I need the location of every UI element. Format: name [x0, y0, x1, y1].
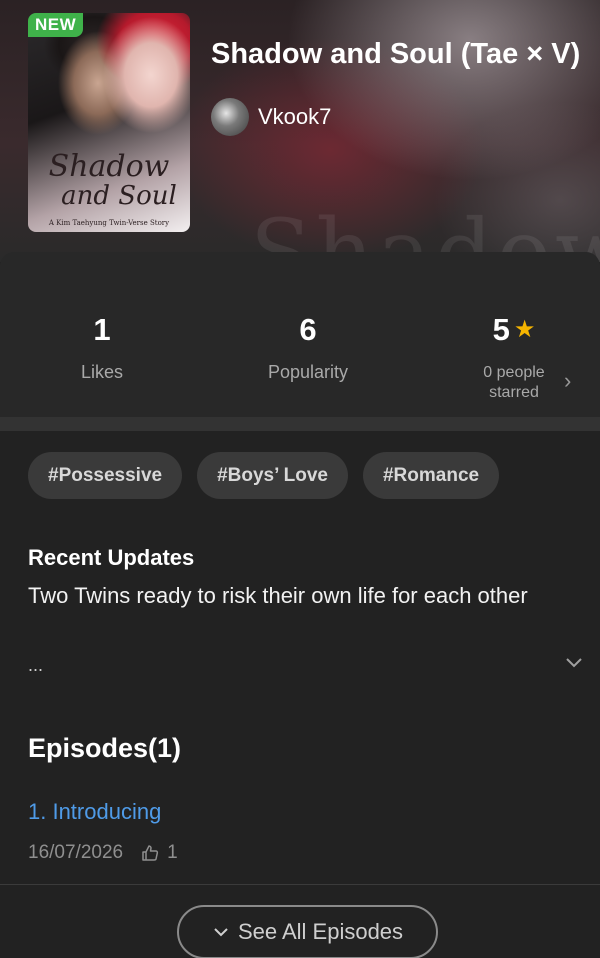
star-icon: ★: [513, 316, 536, 343]
section-divider: [0, 417, 600, 431]
popularity-count: 6: [299, 312, 317, 347]
cover-title-line2: and Soul: [61, 181, 177, 211]
author-avatar[interactable]: [211, 98, 249, 136]
likes-label: Likes: [80, 362, 124, 382]
chevron-right-icon[interactable]: ›: [564, 368, 571, 394]
likes-count: 1: [93, 312, 111, 347]
recent-updates-ellipsis: ...: [28, 655, 44, 675]
popularity-label: Popularity: [267, 362, 349, 382]
recent-updates-title: Recent Updates: [28, 545, 195, 570]
author-name[interactable]: Vkook7: [258, 104, 331, 130]
rating-label: 0 people starred: [414, 363, 600, 403]
cover-image[interactable]: Shadow and Soul A Kim Taehyung Twin-Vers…: [28, 13, 190, 232]
chevron-down-icon[interactable]: [564, 652, 584, 672]
see-all-episodes-button[interactable]: See All Episodes: [177, 905, 438, 958]
cover-title-line1: Shadow: [48, 149, 170, 184]
see-all-label: See All Episodes: [237, 919, 404, 944]
cover-subtitle: A Kim Taehyung Twin-Verse Story: [48, 219, 170, 227]
rating-label-line2: starred: [489, 384, 539, 401]
tag-boys-love[interactable]: #Boys’ Love: [197, 452, 348, 499]
author-link[interactable]: Vkook7: [211, 98, 331, 136]
story-title: Shadow and Soul (Tae × V): [211, 38, 581, 70]
thumbs-up-icon: [142, 845, 159, 861]
episode-date: 16/07/2026: [28, 842, 124, 863]
episode-divider: [0, 884, 600, 885]
episodes-title: Episodes(1): [28, 733, 182, 763]
chevron-down-icon: [214, 928, 228, 937]
episode-meta: 16/07/2026 1: [28, 842, 178, 864]
tag-romance[interactable]: #Romance: [362, 452, 500, 499]
rating-value: 5: [492, 312, 510, 347]
episode-likes: 1: [167, 842, 178, 863]
tag-possessive[interactable]: #Possessive: [28, 452, 183, 499]
episode-link[interactable]: 1. Introducing: [28, 799, 161, 825]
tag-list: #Possessive #Boys’ Love #Romance: [28, 452, 500, 499]
rating-label-line1: 0 people: [483, 364, 545, 381]
new-badge: NEW: [28, 13, 84, 37]
rating-value-row: 5 ★: [414, 312, 600, 348]
stats-card: 1 Likes 6 Popularity 5 ★ 0 people starred: [0, 252, 600, 417]
recent-updates-text: Two Twins ready to risk their own life f…: [28, 583, 528, 608]
